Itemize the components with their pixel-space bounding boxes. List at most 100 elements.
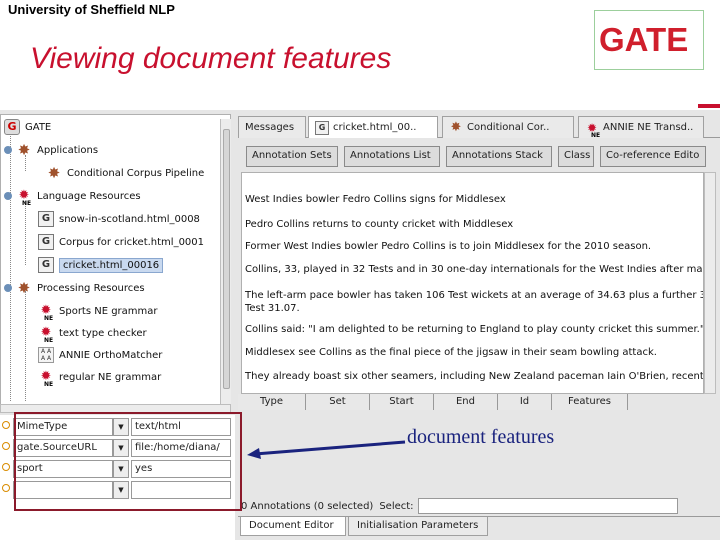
tree-item-label: GATE	[25, 121, 52, 133]
tab-annie-ne-transducer[interactable]: ✹ ANNIE NE Transd..	[578, 116, 704, 138]
tree-item-text-type-checker[interactable]: ✹ text type checker	[38, 323, 147, 349]
gate-logo-text: GATE	[599, 21, 689, 58]
document-paragraph: Pedro Collins returns to county cricket …	[245, 219, 514, 230]
resource-tree: G GATE ✸ Applications ✸ Conditional Corp…	[0, 114, 231, 409]
annotations-stack-button[interactable]: Annotations Stack	[446, 146, 552, 167]
document-paragraph: Collins said: "I am delighted to be retu…	[245, 324, 704, 335]
feature-bullet-icon	[2, 421, 10, 429]
tree-item-annie-orthomatcher[interactable]: A AA A ANNIE OrthoMatcher	[38, 345, 162, 365]
tree-item-corpus-for-cricket[interactable]: G Corpus for cricket.html_0001	[38, 232, 204, 252]
tree-item-conditional-corpus-pipeline[interactable]: ✸ Conditional Corpus Pipeline	[46, 163, 205, 183]
select-input[interactable]	[417, 498, 678, 514]
tree-item-label: text type checker	[59, 327, 147, 339]
resource-tab-strip: Messages G cricket.html_00.. ✸ Condition…	[238, 114, 720, 138]
document-text-area[interactable]: West Indies bowler Fedro Collins signs f…	[241, 172, 704, 394]
class-button[interactable]: Class	[558, 146, 594, 167]
tab-conditional-corpus[interactable]: ✸ Conditional Cor..	[442, 116, 574, 138]
coreference-editor-button[interactable]: Co-reference Edito	[600, 146, 706, 167]
tree-item-label: Sports NE grammar	[59, 305, 158, 317]
tree-item-gate-root[interactable]: G GATE	[4, 117, 51, 137]
tree-item-processing-resources[interactable]: ✸ Processing Resources	[4, 278, 145, 298]
tab-initialisation-parameters[interactable]: Initialisation Parameters	[348, 517, 488, 536]
tab-label: cricket.html_00..	[333, 122, 417, 133]
feature-bullet-icon	[2, 484, 10, 492]
gear-icon: ✸	[17, 279, 31, 297]
corpus-icon: G	[38, 234, 54, 250]
expand-handle-icon[interactable]	[4, 284, 12, 292]
select-label: Select:	[379, 500, 414, 512]
scroll-thumb[interactable]	[223, 129, 230, 389]
tab-label: Conditional Cor..	[467, 122, 550, 133]
callout-label: document features	[407, 426, 555, 448]
slide-header: University of Sheffield NLP Viewing docu…	[0, 0, 720, 108]
tree-guide-line	[25, 291, 26, 401]
tree-item-label: Corpus for cricket.html_0001	[59, 236, 205, 248]
tree-item-label: snow-in-scotland.html_0008	[59, 213, 200, 225]
org-title: University of Sheffield NLP	[8, 2, 175, 17]
document-vertical-scrollbar[interactable]	[704, 172, 716, 394]
tree-item-label: ANNIE OrthoMatcher	[59, 349, 163, 361]
column-header-type[interactable]: Type	[238, 394, 306, 410]
tree-vertical-scrollbar[interactable]	[220, 119, 231, 409]
slide-title: Viewing document features	[30, 42, 392, 75]
document-paragraph: They already boast six other seamers, in…	[245, 371, 704, 382]
tree-guide-line	[10, 131, 11, 401]
gate-logo: GATE	[594, 10, 704, 70]
document-paragraph: Test 31.07.	[245, 303, 300, 314]
annotations-count: 0 Annotations (0 selected)	[241, 500, 374, 512]
orthomatcher-icon: A AA A	[38, 347, 54, 363]
column-header-id[interactable]: Id	[498, 394, 552, 410]
gear-icon: ✸	[450, 119, 462, 135]
tree-item-cricket-html[interactable]: G cricket.html_00016	[38, 255, 164, 275]
tree-item-snow-in-scotland[interactable]: G snow-in-scotland.html_0008	[38, 209, 200, 229]
document-paragraph: The left-arm pace bowler has taken 106 T…	[245, 290, 704, 301]
tree-item-label: Processing Resources	[37, 282, 145, 294]
resource-bottom-tabs: Document Editor Initialisation Parameter…	[238, 516, 720, 536]
document-view-toolbar: Annotation Sets Annotations List Annotat…	[238, 144, 720, 170]
annotation-sets-button[interactable]: Annotation Sets	[246, 146, 338, 167]
tree-item-label: Conditional Corpus Pipeline	[67, 167, 205, 179]
tree-item-label-selected: cricket.html_00016	[59, 257, 164, 273]
tab-messages[interactable]: Messages	[238, 116, 306, 138]
ne-icon: ✹	[38, 369, 54, 393]
tab-cricket-document[interactable]: G cricket.html_00..	[308, 116, 438, 138]
column-header-features[interactable]: Features	[552, 394, 628, 410]
column-header-set[interactable]: Set	[306, 394, 370, 410]
tree-item-regular-ne-grammar[interactable]: ✹ regular NE grammar	[38, 367, 162, 393]
expand-handle-icon[interactable]	[4, 192, 12, 200]
tree-item-label: Language Resources	[37, 190, 141, 202]
tab-label: ANNIE NE Transd..	[603, 122, 694, 133]
document-paragraph: Collins, 33, played in 32 Tests and in 3…	[245, 264, 704, 275]
expand-handle-icon[interactable]	[4, 146, 12, 154]
feature-bullet-icon	[2, 442, 10, 450]
document-icon: G	[38, 211, 54, 227]
gear-icon: ✸	[17, 141, 31, 159]
title-accent-bar	[698, 104, 720, 108]
column-header-end[interactable]: End	[434, 394, 498, 410]
document-paragraph: West Indies bowler Fedro Collins signs f…	[245, 194, 506, 205]
tab-document-editor[interactable]: Document Editor	[240, 517, 346, 536]
tree-item-label: Applications	[37, 144, 99, 156]
language-resources-icon: ✹	[16, 188, 32, 212]
ne-icon: ✹	[38, 303, 54, 327]
annotations-list-header: Type Set Start End Id Features	[238, 394, 720, 410]
tree-item-label: regular NE grammar	[59, 371, 162, 383]
feature-highlight-box	[14, 412, 242, 511]
tab-label: Messages	[245, 122, 295, 133]
column-header-start[interactable]: Start	[370, 394, 434, 410]
gate-icon: G	[4, 119, 20, 135]
tree-item-language-resources[interactable]: ✹ Language Resources	[4, 186, 141, 212]
feature-bullet-icon	[2, 463, 10, 471]
annotations-status-bar: 0 Annotations (0 selected) Select:	[238, 497, 720, 515]
ne-icon: ✹	[38, 325, 54, 349]
document-icon: G	[315, 120, 329, 135]
document-paragraph: Former West Indies bowler Pedro Collins …	[245, 241, 652, 252]
document-icon: G	[38, 257, 54, 273]
tree-item-applications[interactable]: ✸ Applications	[4, 140, 98, 160]
tree-item-sports-ne-grammar[interactable]: ✹ Sports NE grammar	[38, 301, 158, 327]
callout-arrow	[247, 440, 406, 459]
annotations-list-button[interactable]: Annotations List	[344, 146, 440, 167]
document-paragraph: Middlesex see Collins as the final piece…	[245, 347, 657, 358]
ne-icon: ✹	[585, 121, 600, 139]
gear-icon: ✸	[47, 164, 61, 182]
